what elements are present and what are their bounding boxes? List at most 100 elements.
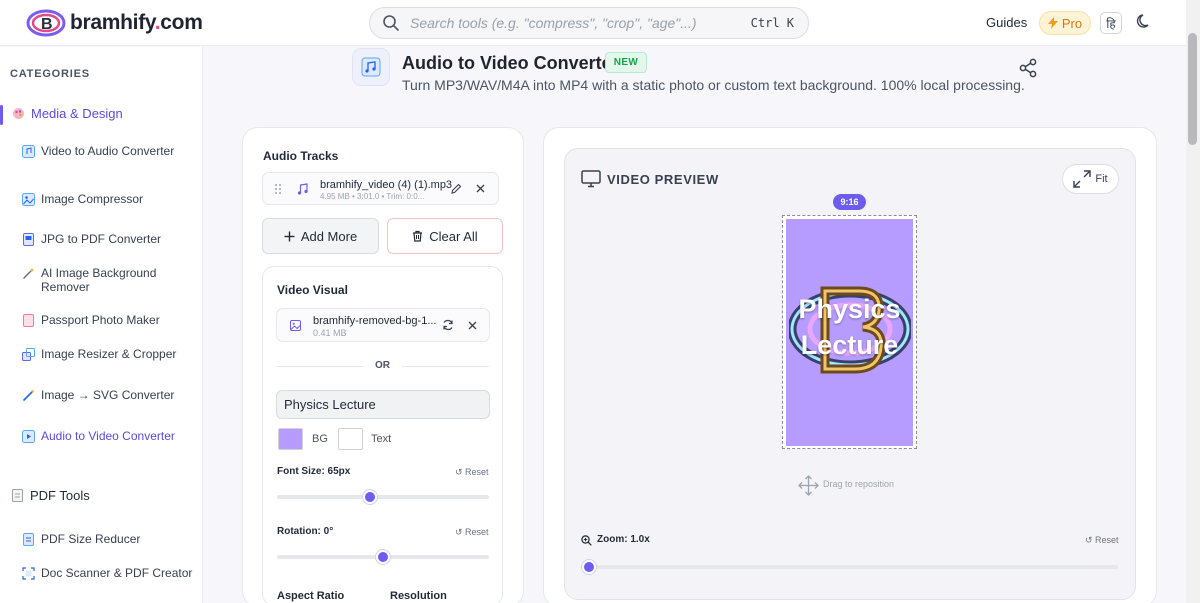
sidebar-item-image-compressor[interactable]: Image Compressor bbox=[22, 192, 197, 206]
sidebar-item-label: JPG to PDF Converter bbox=[41, 232, 162, 246]
guides-link[interactable]: Guides bbox=[986, 15, 1027, 30]
drag-handle-icon[interactable] bbox=[274, 183, 282, 195]
sidebar-item-label: Passport Photo Maker bbox=[41, 313, 160, 327]
zoom-slider-thumb[interactable] bbox=[582, 560, 596, 574]
image-icon bbox=[22, 193, 35, 206]
sidebar-item-label: Image Resizer & Cropper bbox=[41, 347, 177, 361]
sidebar-item-passport-photo[interactable]: Passport Photo Maker bbox=[22, 313, 197, 327]
background-text-input[interactable]: Physics Lecture bbox=[276, 390, 490, 419]
bg-color-swatch[interactable] bbox=[278, 428, 303, 450]
sidebar: CATEGORIES Media & Design Video to Audio… bbox=[0, 47, 203, 603]
page-subtitle: Turn MP3/WAV/M4A into MP4 with a static … bbox=[402, 77, 1025, 93]
divider-left bbox=[277, 366, 363, 367]
background-text-value: Physics Lecture bbox=[284, 397, 376, 412]
sidebar-item-label: PDF Size Reducer bbox=[41, 532, 141, 546]
or-separator: OR bbox=[375, 360, 390, 371]
sidebar-item-ai-bg-remover[interactable]: AI Image Background Remover bbox=[22, 266, 197, 294]
rotation-reset[interactable]: ↺ Reset bbox=[455, 527, 489, 538]
visual-file-row[interactable]: bramhify-removed-bg-1... 0.41 MB bbox=[276, 308, 490, 342]
add-more-label: Add More bbox=[300, 228, 358, 244]
document-icon bbox=[23, 233, 34, 246]
share-icon[interactable] bbox=[1018, 58, 1038, 78]
clear-all-label: Clear All bbox=[429, 228, 478, 244]
track-name: bramhify_video (4) (1).mp3 bbox=[320, 179, 453, 191]
remove-visual-icon[interactable] bbox=[468, 321, 477, 330]
language-toggle[interactable]: हि bbox=[1100, 12, 1122, 34]
active-group-indicator bbox=[0, 105, 3, 125]
reset-label: Reset bbox=[465, 467, 489, 477]
zoom-reset[interactable]: ↺ Reset bbox=[1085, 535, 1119, 546]
passport-icon bbox=[23, 314, 34, 327]
sidebar-item-audio-to-video[interactable]: Audio to Video Converter bbox=[22, 429, 197, 443]
plus-icon bbox=[284, 231, 295, 241]
zoom-icon bbox=[581, 535, 592, 546]
replace-icon[interactable] bbox=[442, 319, 454, 331]
edit-icon[interactable] bbox=[451, 183, 462, 194]
new-badge: NEW bbox=[605, 52, 647, 73]
audio-tracks-heading: Audio Tracks bbox=[263, 149, 339, 163]
tool-icon bbox=[352, 48, 390, 86]
sidebar-item-jpg-to-pdf[interactable]: JPG to PDF Converter bbox=[22, 232, 197, 246]
scanner-icon bbox=[22, 567, 35, 580]
trash-icon bbox=[413, 230, 423, 242]
audio-track-row[interactable]: bramhify_video (4) (1).mp3 4.95 MB • 3:0… bbox=[262, 172, 499, 205]
pro-label: Pro bbox=[1061, 15, 1083, 31]
logo[interactable]: B bramhify.com bbox=[26, 8, 203, 38]
bg-color-label: BG bbox=[312, 433, 328, 445]
resolution-label: Resolution bbox=[390, 590, 447, 602]
sidebar-item-label: Image → SVG Converter bbox=[41, 388, 175, 402]
sidebar-item-image-resizer[interactable]: Image Resizer & Cropper bbox=[22, 347, 197, 361]
visual-file-size: 0.41 MB bbox=[313, 328, 347, 338]
svg-text:B: B bbox=[41, 16, 53, 33]
divider-right bbox=[402, 366, 489, 367]
rotation-slider-thumb[interactable] bbox=[376, 550, 390, 564]
font-size-reset[interactable]: ↺ Reset bbox=[455, 467, 489, 478]
remove-track-icon[interactable] bbox=[476, 184, 485, 193]
video-icon bbox=[22, 430, 35, 443]
audio-video-icon bbox=[361, 57, 381, 77]
moon-icon[interactable] bbox=[1135, 13, 1153, 31]
sidebar-item-label: Video to Audio Converter bbox=[41, 144, 175, 158]
expand-icon bbox=[1073, 170, 1092, 188]
search-shortcut: Ctrl K bbox=[750, 16, 794, 30]
preview-text-line-2: Lecture bbox=[800, 330, 899, 360]
sidebar-item-label: Image Compressor bbox=[41, 192, 144, 206]
preview-text-line-1: Physics bbox=[798, 294, 901, 324]
sidebar-item-label: AI Image Background Remover bbox=[41, 266, 157, 294]
sidebar-item-label: Audio to Video Converter bbox=[41, 429, 175, 443]
pdf-icon bbox=[12, 489, 23, 502]
reset-label: Reset bbox=[1095, 535, 1119, 545]
preview-canvas[interactable]: Physics Lecture bbox=[786, 219, 913, 446]
drag-hint: Drag to reposition bbox=[823, 479, 895, 489]
search-icon bbox=[383, 15, 399, 31]
font-size-slider[interactable] bbox=[277, 495, 489, 499]
search-placeholder: Search tools (e.g. "compress", "crop", "… bbox=[410, 15, 697, 31]
sidebar-item-pdf-size-reducer[interactable]: PDF Size Reducer bbox=[22, 532, 197, 546]
video-visual-heading: Video Visual bbox=[277, 283, 348, 297]
pro-button[interactable]: Pro bbox=[1039, 11, 1091, 35]
fit-label: Fit bbox=[1095, 173, 1108, 185]
sidebar-item-video-to-audio[interactable]: Video to Audio Converter bbox=[22, 144, 197, 158]
sidebar-item-doc-scanner[interactable]: Doc Scanner & PDF Creator bbox=[22, 566, 197, 580]
resize-icon bbox=[22, 348, 35, 361]
rotation-label: Rotation: 0° bbox=[277, 526, 334, 537]
sidebar-group-media-design[interactable]: Media & Design bbox=[12, 106, 123, 121]
page-title: Audio to Video Converter bbox=[402, 53, 619, 73]
sidebar-group-pdf-tools[interactable]: PDF Tools bbox=[12, 488, 90, 503]
reset-label: Reset bbox=[465, 527, 489, 537]
zoom-slider[interactable] bbox=[589, 565, 1118, 569]
add-more-button[interactable]: Add More bbox=[262, 218, 379, 254]
lightning-icon bbox=[1047, 17, 1058, 29]
top-header: B bramhify.com Search tools (e.g. "compr… bbox=[0, 0, 1200, 46]
search-input[interactable]: Search tools (e.g. "compress", "crop", "… bbox=[369, 7, 809, 39]
text-color-swatch[interactable] bbox=[338, 428, 363, 450]
track-meta: 4.95 MB • 3:01.0 • Trim: 0:0... bbox=[320, 192, 425, 201]
palette-icon bbox=[13, 108, 24, 119]
fit-button[interactable]: Fit bbox=[1062, 164, 1119, 194]
sidebar-group-label: PDF Tools bbox=[30, 488, 90, 503]
move-icon bbox=[798, 475, 819, 496]
page-scrollbar-thumb[interactable] bbox=[1188, 33, 1197, 145]
logo-text: bramhify.com bbox=[70, 11, 203, 34]
clear-all-button[interactable]: Clear All bbox=[387, 218, 503, 254]
sidebar-item-image-to-svg[interactable]: Image → SVG Converter bbox=[22, 388, 197, 402]
